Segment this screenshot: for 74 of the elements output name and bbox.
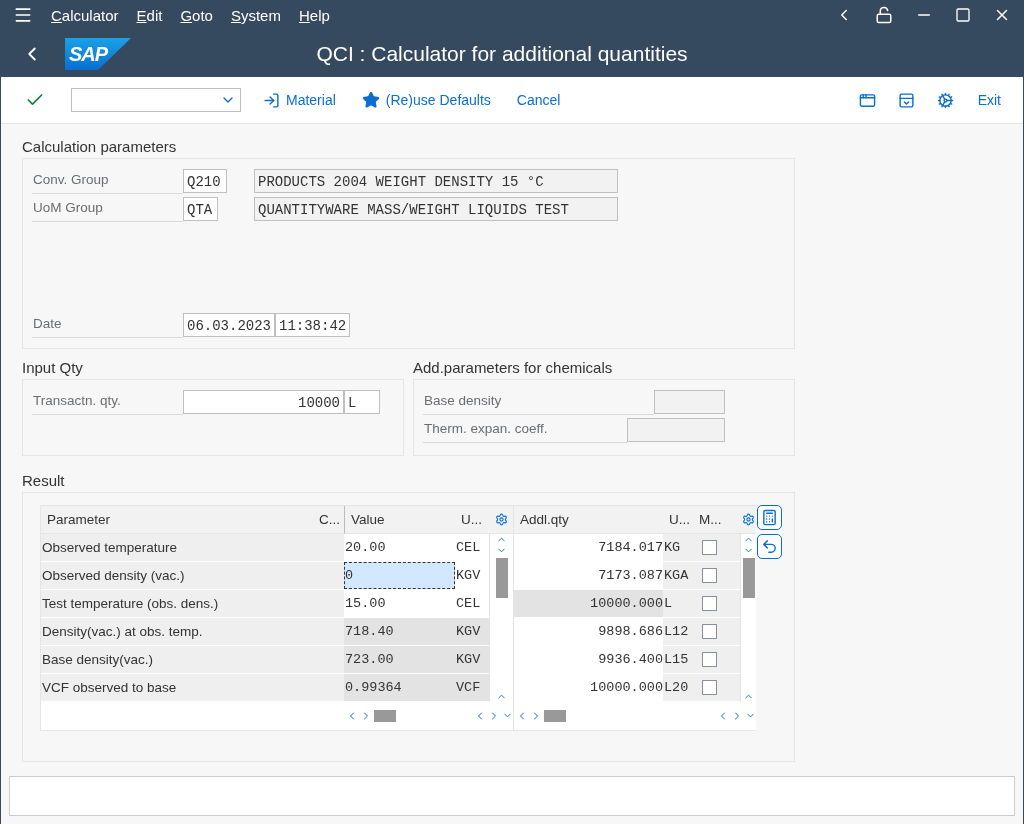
toolbar-button[interactable]: Cancel <box>512 90 565 111</box>
field-label: Base density <box>423 388 654 416</box>
input-field[interactable]: Q210 <box>183 168 227 193</box>
input-field[interactable]: QTA <box>183 196 218 221</box>
checkbox[interactable] <box>702 567 717 583</box>
window-title: QCI : Calculator for additional quantities <box>315 42 689 67</box>
table-cell: KGV <box>455 617 489 646</box>
value-cell: 723.00 <box>344 645 455 674</box>
star-icon <box>361 91 380 110</box>
table-cell: Observed density (vac.) <box>41 561 313 590</box>
value-cell: 718.40 <box>344 617 455 646</box>
section-title: Calculation parameters <box>22 137 178 155</box>
scroll-thumb[interactable] <box>742 557 755 598</box>
table-cell: Test temperature (obs. dens.) <box>41 589 313 618</box>
toolbar-button[interactable]: Material <box>259 89 340 111</box>
table-cell: VCF <box>455 673 489 702</box>
undo-icon <box>761 537 778 555</box>
calculator-icon <box>761 508 778 526</box>
checkbox[interactable] <box>702 595 717 611</box>
table-cell: Observed temperature <box>41 533 313 562</box>
menu-item[interactable]: Calculator <box>51 6 119 24</box>
value-cell[interactable]: 0 <box>344 561 455 590</box>
table-cell: L20 <box>663 673 693 702</box>
scroll-thumb[interactable] <box>495 557 508 598</box>
scroll-thumb[interactable] <box>374 709 396 722</box>
quantity-cell: 10000.000 <box>514 589 663 618</box>
input-field <box>654 389 725 414</box>
table-cell: Base density(vac.) <box>41 645 313 674</box>
unlock-icon[interactable] <box>875 6 893 25</box>
table-cell: Density(vac.) at obs. temp. <box>41 617 313 646</box>
table-cell: KG <box>663 533 693 562</box>
command-field[interactable] <box>71 88 241 113</box>
checkbox[interactable] <box>702 623 717 639</box>
menu-item[interactable]: Edit <box>136 6 163 24</box>
column-header[interactable]: Parameter <box>41 505 313 534</box>
date-field[interactable]: 06.03.2023 <box>183 312 275 337</box>
value-cell: 0.99364 <box>344 673 455 702</box>
column-header[interactable]: C... <box>313 505 344 534</box>
scroll-thumb[interactable] <box>544 709 566 722</box>
table-cell: VCF observed to base <box>41 673 313 702</box>
column-header[interactable]: Value <box>344 505 455 534</box>
checkbox[interactable] <box>702 679 717 695</box>
checkbox[interactable] <box>702 651 717 667</box>
table-cell: L <box>663 589 693 618</box>
settings-icon[interactable] <box>742 512 755 526</box>
settings-icon[interactable] <box>495 512 508 526</box>
vertical-scrollbar[interactable] <box>740 533 756 702</box>
calculator-button[interactable] <box>757 504 782 530</box>
column-header[interactable]: U... <box>663 505 693 534</box>
table-cell: KGV <box>455 645 489 674</box>
toolbar-button[interactable]: (Re)use Defaults <box>357 89 495 112</box>
logo: SAP <box>65 38 131 71</box>
description-field: PRODUCTS 2004 WEIGHT DENSITY 15 °C <box>254 168 618 193</box>
section-title: Add.parameters for chemicals <box>413 358 614 376</box>
checkbox[interactable] <box>702 539 717 555</box>
column-header[interactable]: U... <box>455 505 489 534</box>
section-title: Input Qty <box>22 358 84 376</box>
menu-item[interactable]: Help <box>298 6 330 24</box>
exit-button[interactable]: Exit <box>973 90 1005 111</box>
enter-icon <box>263 91 280 109</box>
unit-field[interactable]: L <box>344 389 380 414</box>
time-field[interactable]: 11:38:42 <box>275 312 351 337</box>
quantity-field[interactable]: 10000 <box>183 389 344 414</box>
menu-item[interactable]: System <box>230 6 281 24</box>
table-cell: L12 <box>663 617 693 646</box>
column-header[interactable]: M... <box>693 505 725 534</box>
undo-button[interactable] <box>757 533 782 559</box>
section-title: Result <box>22 471 66 489</box>
menu-item[interactable]: Goto <box>180 6 213 24</box>
maximize-icon[interactable] <box>955 7 971 24</box>
table-cell: L15 <box>663 645 693 674</box>
description-field: QUANTITYWARE MASS/WEIGHT LIQUIDS TEST <box>254 196 618 221</box>
table-cell: KGA <box>663 561 693 590</box>
column-header[interactable]: Addl.qty <box>514 505 663 534</box>
